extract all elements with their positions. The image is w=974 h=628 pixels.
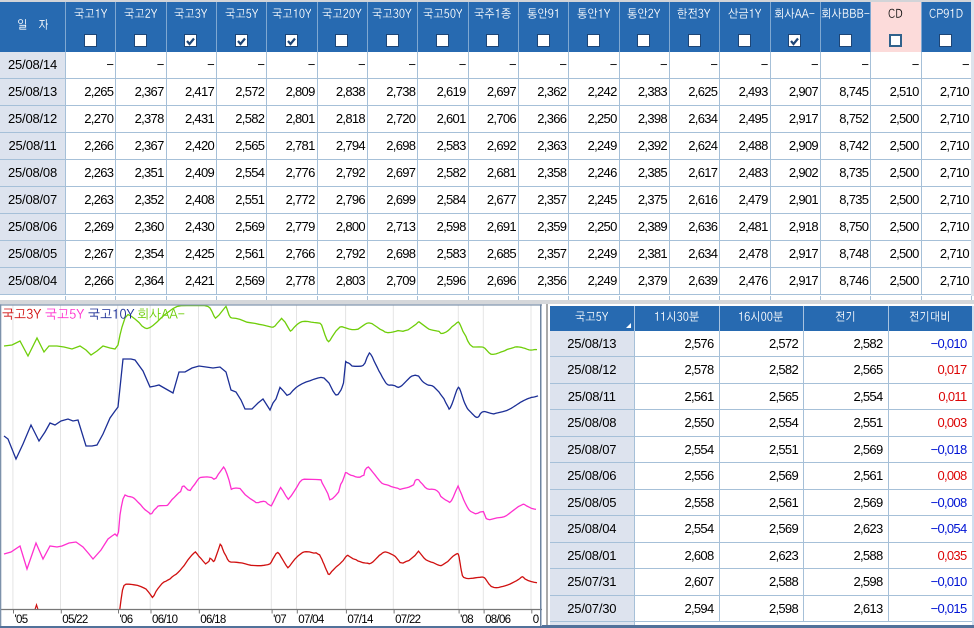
svg-text:07/22: 07/22 — [395, 614, 421, 626]
svg-text:06/10: 06/10 — [152, 614, 178, 626]
svg-text:08/06: 08/06 — [485, 614, 511, 626]
svg-text:06/18: 06/18 — [200, 614, 226, 626]
svg-text:0: 0 — [533, 614, 539, 626]
svg-text:07/04: 07/04 — [298, 614, 325, 626]
svg-text:'08: '08 — [460, 614, 473, 626]
svg-text:07/14: 07/14 — [347, 614, 374, 626]
svg-text:'06: '06 — [120, 614, 133, 626]
svg-text:05/22: 05/22 — [62, 614, 88, 626]
svg-text:'05: '05 — [15, 614, 28, 626]
svg-text:'07: '07 — [273, 614, 286, 626]
